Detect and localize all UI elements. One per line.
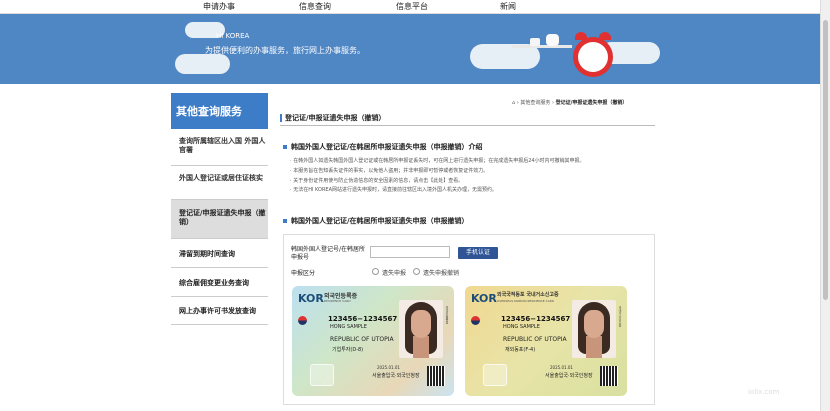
shelf-decoration [512, 45, 572, 48]
intro-heading-text: 韩国外国人登记证/在韩居所申报证遗失申报（申报撤销）介绍 [291, 143, 483, 151]
sidebar-item-employment-change[interactable]: 综合雇佣变更业务查询 [171, 278, 268, 288]
card-name: HONG SAMPLE [503, 324, 540, 330]
card-office: 서울출입국·외국인청장 [545, 373, 593, 379]
divider [171, 324, 268, 325]
flag-icon [471, 316, 480, 325]
card-nationality: REPUBLIC OF UTOPIA [330, 336, 394, 343]
divider [171, 165, 268, 166]
hologram-icon [483, 364, 507, 386]
card-title: 외국국적동포 국내거소신고증 [497, 292, 559, 298]
divider [171, 238, 268, 239]
nav-info-query[interactable]: 信息查询 [299, 1, 331, 12]
top-navigation: 申请办事 信息查询 信息平台 新闻 [0, 0, 820, 14]
id-number-label-2: 申报号 [291, 254, 310, 261]
portrait-photo [399, 300, 443, 358]
card-nationality: REPUBLIC OF UTOPIA [503, 336, 567, 343]
divider [280, 125, 655, 126]
card-number: 123456−1234567 [328, 315, 398, 323]
card-office: 서울출입국·외국인청장 [372, 373, 420, 379]
card-number: 123456−1234567 [501, 315, 571, 323]
radio-lost-report-label[interactable]: 遗失申报 [382, 268, 406, 277]
hologram-icon [310, 364, 334, 386]
phone-verify-button[interactable]: 手机认证 [458, 247, 498, 259]
radio-cancel-report-label[interactable]: 遗失申报撤销 [423, 268, 459, 277]
vertical-scrollbar[interactable] [820, 0, 830, 411]
watermark: iolix.com [748, 388, 780, 396]
form-heading: 韩国外国人登记证/在韩居所申报证遗失申报（申报撤销） [283, 216, 469, 226]
alarm-clock-icon [573, 32, 613, 77]
note-item: · 关于身份证件用使与防止伪造信息的安全因素的信息，请点击【此处】查看。 [290, 178, 464, 184]
divider [171, 267, 268, 268]
card-status: 기업투자(D-8) [332, 347, 364, 353]
card-side-text: 외국인등록증 [445, 306, 449, 324]
nav-news[interactable]: 新闻 [500, 1, 516, 12]
bullet-square-icon [283, 145, 287, 149]
report-type-label: 申报区分 [291, 270, 316, 277]
banner-title: HI KOREA [216, 32, 250, 40]
card-country-code: KOR [471, 292, 497, 305]
qr-code-icon [600, 366, 618, 386]
hero-banner: HI KOREA 为提供便利的办事服务，旅行网上办事服务。 [0, 14, 820, 84]
residence-card-sample: KOR 외국인등록증 RESIDENCE CARD 123456−1234567… [292, 286, 454, 396]
flag-icon [298, 316, 307, 325]
page-title: 登记证/申报证遗失申报（撤销） [280, 113, 386, 123]
card-issue-date: 2025.01.01 [377, 365, 400, 370]
home-icon[interactable]: ⌂ [512, 100, 515, 106]
card-subtitle: OVERSEAS KOREAN RESIDENCE CARD [497, 299, 555, 303]
intro-heading: 韩国外国人登记证/在韩居所申报证遗失申报（申报撤销）介绍 [283, 142, 483, 152]
card-side-text: 국내거소신고증 [618, 306, 622, 327]
plant-pot-icon [530, 38, 540, 46]
nav-info-platform[interactable]: 信息平台 [396, 1, 428, 12]
sidebar-item-stay-expiry[interactable]: 滞留到期时间查询 [171, 249, 268, 259]
sidebar: 其他查询服务 [171, 93, 268, 129]
cloud-decoration [175, 54, 230, 74]
breadcrumb-current: 登记证/申报证遗失申报（撤销） [555, 100, 628, 106]
overseas-korean-card-sample: KOR 외국국적동포 국내거소신고증 OVERSEAS KOREAN RESID… [465, 286, 627, 396]
card-name: HONG SAMPLE [330, 324, 367, 330]
card-country-code: KOR [298, 292, 324, 305]
portrait-photo [572, 300, 616, 358]
breadcrumb-parent[interactable]: 其他查询服务 [520, 100, 550, 106]
radio-lost-report[interactable] [372, 268, 379, 275]
divider [171, 296, 268, 297]
id-number-input[interactable] [370, 246, 450, 258]
scrollbar-thumb[interactable] [823, 20, 828, 300]
card-issue-date: 2025.01.01 [550, 365, 573, 370]
sidebar-item-lost-report[interactable]: 登记证/申报证遗失申报（撤销） [171, 200, 268, 238]
note-item: · 无法在HI KOREA网站进行遗失申报时，请直接前往辖区出入境外国人机关办理… [290, 187, 498, 193]
sidebar-item-jurisdiction[interactable]: 查询所属辖区出入国 外国人官署 [171, 137, 268, 155]
bullet-square-icon [283, 219, 287, 223]
banner-subtitle: 为提供便利的办事服务，旅行网上办事服务。 [205, 46, 365, 55]
card-status: 재외동포(F-4) [505, 347, 536, 353]
radio-cancel-report[interactable] [413, 268, 420, 275]
note-item: · 本服务旨在告知丢失证件的事实，以免他人盗用；并非申报即可暂停或者恢复证件效力… [290, 168, 489, 174]
note-item: · 在韩外国人如遗失韩国外国人登记证或在韩居所申报证丢失时，可在网上进行遗失申报… [290, 158, 585, 164]
robot-figure-icon [546, 34, 559, 46]
card-subtitle: RESIDENCE CARD [324, 299, 351, 303]
sidebar-item-permit-issuance[interactable]: 网上办事许可书发放查询 [171, 306, 268, 316]
page-title-text: 登记证/申报证遗失申报（撤销） [285, 114, 386, 122]
nav-apply[interactable]: 申请办事 [203, 1, 235, 12]
qr-code-icon [427, 366, 445, 386]
breadcrumb: ⌂ › 其他查询服务 › 登记证/申报证遗失申报（撤销） [512, 100, 628, 106]
sidebar-item-verify-card[interactable]: 外国人登记证或居住证核实 [171, 174, 268, 183]
sidebar-heading: 其他查询服务 [171, 93, 268, 129]
form-heading-text: 韩国外国人登记证/在韩居所申报证遗失申报（申报撤销） [291, 217, 469, 225]
